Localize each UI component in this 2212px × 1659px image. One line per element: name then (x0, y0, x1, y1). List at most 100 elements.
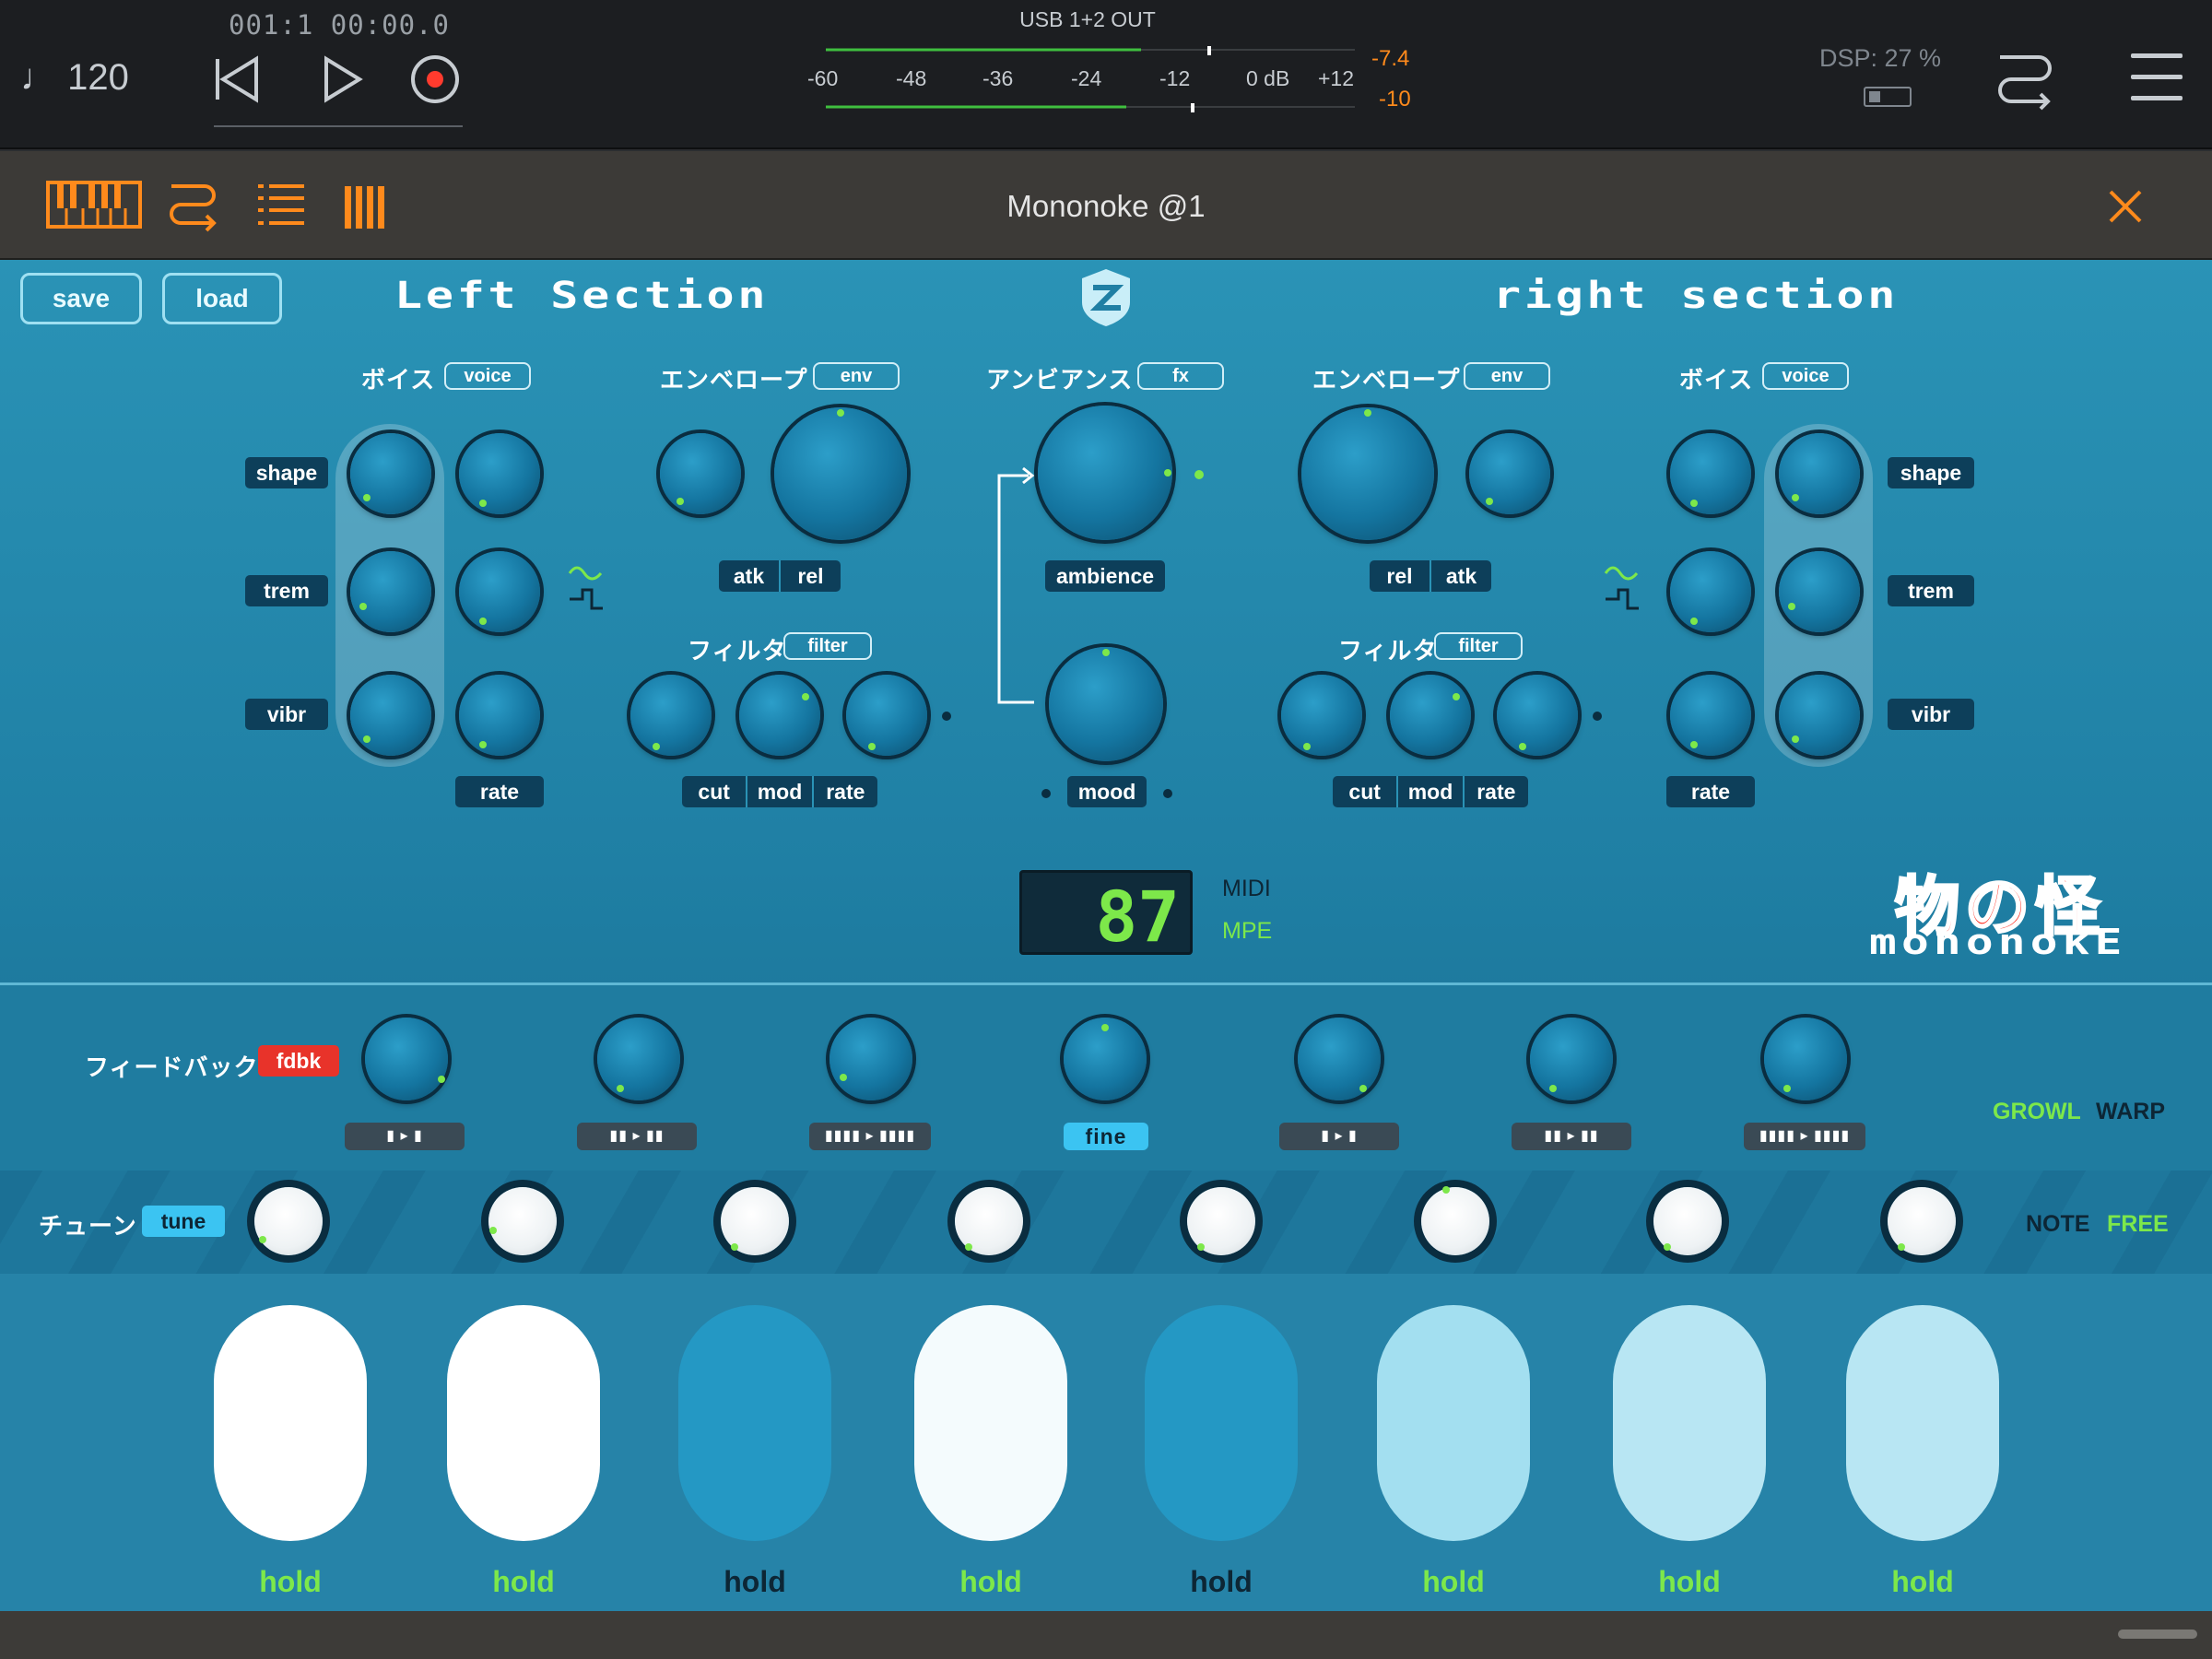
pad-5[interactable] (1145, 1305, 1298, 1541)
tune-knob-2[interactable] (488, 1187, 557, 1255)
fine-button[interactable]: fine (1064, 1123, 1148, 1150)
left-shape-depth-knob[interactable] (350, 433, 431, 514)
right-env-attack-knob[interactable] (1469, 433, 1550, 514)
left-atk-label: atk (719, 560, 781, 592)
rewind-button[interactable] (210, 52, 265, 107)
pad-hold-toggle-4[interactable]: hold (914, 1565, 1067, 1599)
right-env-release-knob[interactable] (1301, 407, 1434, 540)
mpe-mode-option[interactable]: MPE (1222, 918, 1272, 945)
save-button[interactable]: save (20, 273, 142, 324)
left-vibr-rate-knob[interactable] (459, 675, 540, 756)
growl-mode-option[interactable]: GROWL (1993, 1099, 2081, 1125)
pad-hold-toggle-1[interactable]: hold (214, 1565, 367, 1599)
mood-label: mood (1067, 776, 1147, 807)
mood-knob[interactable] (1049, 647, 1163, 761)
left-filter-rate-knob[interactable] (846, 675, 927, 756)
tune-knob-3[interactable] (721, 1187, 789, 1255)
right-env-labels: rel atk (1370, 560, 1491, 592)
feedback-knob-4[interactable] (1064, 1018, 1147, 1100)
feedback-knob-6[interactable] (1530, 1018, 1613, 1100)
hamburger-menu-icon[interactable] (2131, 53, 2183, 101)
feedback-mode-button-1[interactable]: ▮ ▸ ▮ (345, 1123, 465, 1150)
feedback-mode-button-2[interactable]: ▮▮ ▸ ▮▮ (577, 1123, 697, 1150)
pad-3[interactable] (678, 1305, 831, 1541)
pad-7[interactable] (1613, 1305, 1766, 1541)
record-button[interactable] (407, 52, 463, 107)
close-plugin-button[interactable] (2107, 188, 2144, 229)
right-vibr-rate-knob[interactable] (1670, 675, 1751, 756)
free-mode-option[interactable]: FREE (2107, 1211, 2169, 1238)
tune-knob-1[interactable] (254, 1187, 323, 1255)
tune-knob-7[interactable] (1653, 1187, 1722, 1255)
left-shape-label: shape (245, 457, 328, 488)
pad-hold-toggle-5[interactable]: hold (1145, 1565, 1298, 1599)
tune-knob-6[interactable] (1421, 1186, 1489, 1255)
mood-dot-left (1041, 789, 1051, 798)
home-indicator (2118, 1630, 2197, 1639)
pad-2[interactable] (447, 1305, 600, 1541)
right-atk-label: atk (1445, 564, 1477, 588)
pad-hold-toggle-6[interactable]: hold (1377, 1565, 1530, 1599)
tune-knob-4[interactable] (955, 1187, 1023, 1255)
note-mode-option[interactable]: NOTE (2026, 1211, 2089, 1238)
mood-dot-right (1163, 789, 1172, 798)
left-filter-cutoff-knob[interactable] (630, 675, 712, 756)
load-button[interactable]: load (162, 273, 282, 324)
meter-tick: -12 (1159, 66, 1191, 90)
feedback-knob-7[interactable] (1764, 1018, 1847, 1100)
transport-underline (214, 125, 463, 127)
left-filter-mod-knob[interactable] (739, 675, 820, 756)
left-vibr-depth-knob[interactable] (350, 675, 431, 756)
left-trem-rate-knob[interactable] (459, 551, 540, 632)
feedback-knob-5[interactable] (1298, 1018, 1381, 1100)
tune-knob-5[interactable] (1187, 1187, 1255, 1255)
lfo-wave-toggle-icon[interactable] (568, 560, 605, 616)
pad-8[interactable] (1846, 1305, 1999, 1541)
pad-1[interactable] (214, 1305, 367, 1541)
left-env-release-knob[interactable] (774, 407, 907, 540)
pad-hold-toggle-8[interactable]: hold (1846, 1565, 1999, 1599)
battery-icon (1864, 87, 1912, 107)
left-rel-label: rel (797, 564, 824, 588)
right-cut-label: cut (1333, 776, 1399, 807)
right-vibr-depth-knob[interactable] (1779, 675, 1860, 756)
meter-tick: -24 (1071, 66, 1102, 90)
right-section-title: right section (1493, 275, 1900, 317)
tempo-display[interactable]: ♩ 120 (20, 57, 129, 99)
play-button[interactable] (313, 52, 369, 107)
pad-hold-toggle-2[interactable]: hold (447, 1565, 600, 1599)
right-filter-cutoff-knob[interactable] (1281, 675, 1362, 756)
left-shape-rate-knob[interactable] (459, 433, 540, 514)
ambience-indicator-dot (1194, 470, 1204, 479)
right-trem-depth-knob[interactable] (1779, 551, 1860, 632)
right-shape-rate-knob[interactable] (1670, 433, 1751, 514)
right-shape-depth-knob[interactable] (1779, 433, 1860, 514)
routing-button[interactable] (1994, 48, 2055, 117)
left-env-attack-knob[interactable] (660, 433, 741, 514)
feedback-knob-1[interactable] (365, 1018, 448, 1100)
feedback-knob-2[interactable] (597, 1018, 680, 1100)
pad-4[interactable] (914, 1305, 1067, 1541)
right-filter-labels: cut mod rate (1333, 776, 1528, 807)
right-filter-rate-label: rate (1477, 780, 1516, 804)
pad-6[interactable] (1377, 1305, 1530, 1541)
feedback-mode-button-6[interactable]: ▮▮ ▸ ▮▮ (1512, 1123, 1631, 1150)
right-filter-mod-knob[interactable] (1390, 675, 1471, 756)
ambience-knob[interactable] (1038, 406, 1172, 540)
feedback-knob-3[interactable] (830, 1018, 912, 1100)
right-trem-rate-knob[interactable] (1670, 551, 1751, 632)
pad-hold-toggle-3[interactable]: hold (678, 1565, 831, 1599)
warp-mode-option[interactable]: WARP (2096, 1099, 2165, 1125)
feedback-mode-button-7[interactable]: ▮▮▮▮ ▸ ▮▮▮▮ (1744, 1123, 1865, 1150)
feedback-mode-button-3[interactable]: ▮▮▮▮ ▸ ▮▮▮▮ (809, 1123, 931, 1150)
dsp-readout: DSP: 27 % (1819, 44, 1942, 72)
feedback-mode-button-5[interactable]: ▮ ▸ ▮ (1279, 1123, 1399, 1150)
lfo-wave-toggle-icon[interactable] (1604, 560, 1641, 616)
midi-mode-option[interactable]: MIDI (1222, 876, 1271, 902)
left-trem-depth-knob[interactable] (350, 551, 431, 632)
left-cut-label: cut (682, 776, 748, 807)
tune-knob-8[interactable] (1888, 1187, 1956, 1255)
pad-hold-toggle-7[interactable]: hold (1613, 1565, 1766, 1599)
right-filter-rate-knob[interactable] (1497, 675, 1578, 756)
left-vibr-label: vibr (245, 699, 328, 730)
